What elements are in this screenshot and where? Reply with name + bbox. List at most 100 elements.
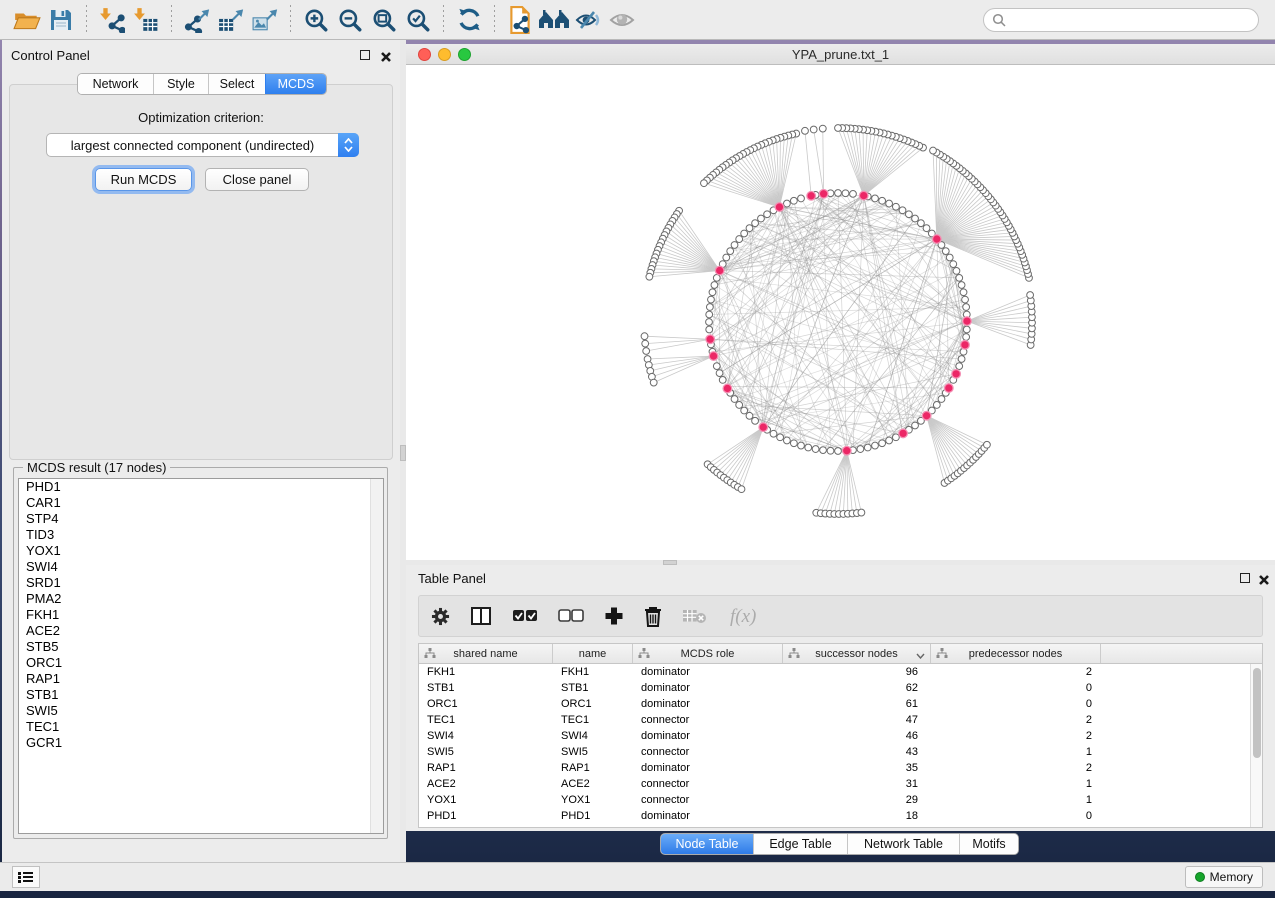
tab-mcds[interactable]: MCDS bbox=[265, 74, 326, 94]
export-table-button[interactable] bbox=[214, 4, 248, 36]
dominator-node[interactable] bbox=[819, 190, 828, 199]
task-history-button[interactable] bbox=[12, 866, 40, 888]
dominator-node[interactable] bbox=[775, 203, 784, 212]
mcds-result-item[interactable]: SWI4 bbox=[19, 559, 383, 575]
save-session-button[interactable] bbox=[44, 4, 78, 36]
mcds-result-item[interactable]: STB1 bbox=[19, 687, 383, 703]
dominator-node[interactable] bbox=[899, 429, 908, 438]
table-cell[interactable]: TEC1 bbox=[553, 712, 633, 728]
table-cell[interactable]: 2 bbox=[931, 760, 1101, 776]
mcds-result-item[interactable]: TEC1 bbox=[19, 719, 383, 735]
table-cell[interactable]: FKH1 bbox=[419, 664, 553, 680]
table-cell[interactable]: connector bbox=[633, 744, 783, 760]
tab-network[interactable]: Network bbox=[78, 74, 153, 94]
table-cell[interactable]: 2 bbox=[931, 712, 1101, 728]
export-image-button[interactable] bbox=[248, 4, 282, 36]
table-row[interactable]: YOX1YOX1connector291 bbox=[419, 792, 1262, 808]
mcds-result-item[interactable]: YOX1 bbox=[19, 543, 383, 559]
mcds-result-item[interactable]: FKH1 bbox=[19, 607, 383, 623]
table-cell[interactable]: 1 bbox=[931, 776, 1101, 792]
table-cell[interactable]: YOX1 bbox=[419, 792, 553, 808]
mcds-result-item[interactable]: PHD1 bbox=[19, 479, 383, 495]
column-layout-button[interactable] bbox=[470, 606, 492, 626]
table-cell[interactable]: 62 bbox=[783, 680, 931, 696]
table-row[interactable]: STB1STB1dominator620 bbox=[419, 680, 1262, 696]
table-cell[interactable]: PHD1 bbox=[419, 808, 553, 824]
table-row[interactable]: FKH1FKH1dominator962 bbox=[419, 664, 1262, 680]
close-panel-icon[interactable] bbox=[380, 50, 392, 62]
dominator-node[interactable] bbox=[706, 335, 715, 344]
export-network-button[interactable] bbox=[180, 4, 214, 36]
table-cell[interactable]: RAP1 bbox=[553, 760, 633, 776]
create-column-button[interactable] bbox=[604, 606, 624, 626]
table-scrollbar-thumb[interactable] bbox=[1253, 668, 1261, 758]
select-all-columns-button[interactable] bbox=[512, 609, 538, 623]
dominator-node[interactable] bbox=[945, 384, 954, 393]
search-input[interactable] bbox=[1006, 12, 1258, 27]
dominator-node[interactable] bbox=[723, 384, 732, 393]
mcds-result-list[interactable]: PHD1CAR1STP4TID3YOX1SWI4SRD1PMA2FKH1ACE2… bbox=[18, 478, 384, 834]
table-cell[interactable]: 1 bbox=[931, 792, 1101, 808]
column-header-successor-nodes[interactable]: successor nodes bbox=[783, 644, 931, 663]
column-header-name[interactable]: name bbox=[553, 644, 633, 663]
dominator-node[interactable] bbox=[963, 317, 972, 326]
table-cell[interactable]: TEC1 bbox=[419, 712, 553, 728]
tab-select[interactable]: Select bbox=[208, 74, 265, 94]
zoom-selected-button[interactable] bbox=[401, 4, 435, 36]
dominator-node[interactable] bbox=[952, 370, 961, 379]
table-cell[interactable]: STB1 bbox=[419, 680, 553, 696]
network-canvas[interactable] bbox=[406, 65, 1275, 560]
table-row[interactable]: TEC1TEC1connector472 bbox=[419, 712, 1262, 728]
dominator-node[interactable] bbox=[933, 235, 942, 244]
table-row[interactable]: ORC1ORC1dominator610 bbox=[419, 696, 1262, 712]
mcds-result-item[interactable]: GCR1 bbox=[19, 735, 383, 751]
table-row[interactable]: SWI5SWI5connector431 bbox=[419, 744, 1262, 760]
mcds-result-item[interactable]: RAP1 bbox=[19, 671, 383, 687]
unselect-all-columns-button[interactable] bbox=[558, 609, 584, 623]
share-file-button[interactable] bbox=[503, 4, 537, 36]
dominator-node[interactable] bbox=[709, 352, 718, 361]
table-cell[interactable]: dominator bbox=[633, 760, 783, 776]
tab-node-table[interactable]: Node Table bbox=[661, 834, 753, 854]
mcds-result-item[interactable]: TID3 bbox=[19, 527, 383, 543]
table-cell[interactable]: 0 bbox=[931, 696, 1101, 712]
float-panel-icon[interactable] bbox=[360, 50, 370, 60]
mcds-result-item[interactable]: PMA2 bbox=[19, 591, 383, 607]
table-cell[interactable]: 1 bbox=[931, 744, 1101, 760]
table-cell[interactable]: 47 bbox=[783, 712, 931, 728]
table-close-icon[interactable] bbox=[1258, 573, 1270, 585]
optimization-select[interactable]: largest connected component (undirected) bbox=[46, 133, 359, 157]
dominator-node[interactable] bbox=[842, 446, 851, 455]
search-box[interactable] bbox=[983, 8, 1259, 32]
table-cell[interactable]: ORC1 bbox=[553, 696, 633, 712]
dominator-node[interactable] bbox=[715, 266, 724, 275]
table-cell[interactable]: 0 bbox=[931, 680, 1101, 696]
table-cell[interactable]: SWI4 bbox=[419, 728, 553, 744]
table-cell[interactable]: connector bbox=[633, 792, 783, 808]
zoom-out-button[interactable] bbox=[333, 4, 367, 36]
table-cell[interactable]: 31 bbox=[783, 776, 931, 792]
table-scrollbar[interactable] bbox=[1250, 664, 1262, 827]
dominator-node[interactable] bbox=[759, 423, 768, 432]
table-float-icon[interactable] bbox=[1240, 573, 1250, 583]
table-cell[interactable]: 0 bbox=[931, 808, 1101, 824]
zoom-fit-button[interactable] bbox=[367, 4, 401, 36]
zoom-in-button[interactable] bbox=[299, 4, 333, 36]
mcds-result-item[interactable]: SWI5 bbox=[19, 703, 383, 719]
memory-button[interactable]: Memory bbox=[1185, 866, 1263, 888]
mcds-result-item[interactable]: ORC1 bbox=[19, 655, 383, 671]
column-header-shared-name[interactable]: shared name bbox=[419, 644, 553, 663]
table-cell[interactable]: 35 bbox=[783, 760, 931, 776]
table-cell[interactable]: YOX1 bbox=[553, 792, 633, 808]
table-cell[interactable]: ORC1 bbox=[419, 696, 553, 712]
table-cell[interactable]: dominator bbox=[633, 664, 783, 680]
table-cell[interactable]: SWI4 bbox=[553, 728, 633, 744]
table-row[interactable]: RAP1RAP1dominator352 bbox=[419, 760, 1262, 776]
table-cell[interactable]: FKH1 bbox=[553, 664, 633, 680]
table-cell[interactable]: connector bbox=[633, 776, 783, 792]
run-mcds-button[interactable]: Run MCDS bbox=[95, 168, 192, 191]
dominator-node[interactable] bbox=[961, 341, 970, 350]
result-list-scrollbar[interactable] bbox=[370, 479, 383, 833]
network-overview-button[interactable] bbox=[537, 4, 571, 36]
network-graph[interactable] bbox=[406, 65, 1275, 560]
